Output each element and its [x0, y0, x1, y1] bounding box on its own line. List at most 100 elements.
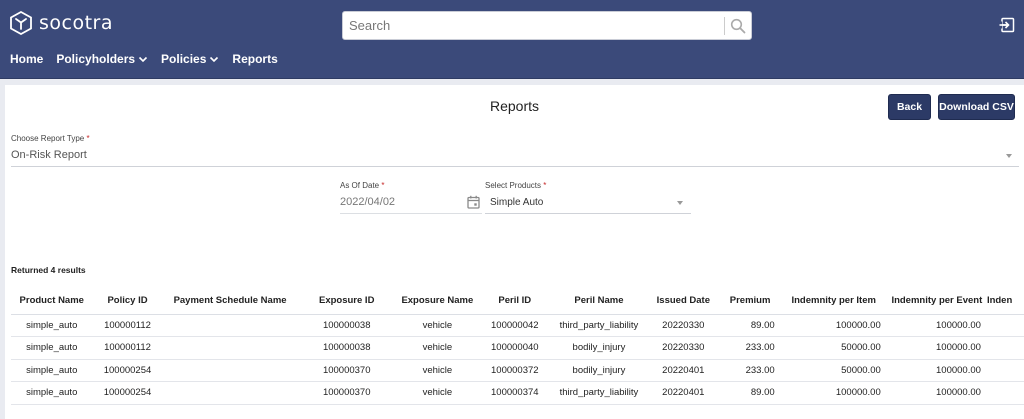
nav-home[interactable]: Home — [10, 52, 43, 66]
search-divider — [724, 17, 725, 35]
nav-home-label: Home — [10, 52, 44, 66]
dropdown-caret-icon[interactable] — [1006, 154, 1012, 158]
table-cell: 89.00 — [719, 314, 781, 337]
table-cell: 233.00 — [719, 336, 781, 360]
column-header[interactable]: Indemnity per Event — [886, 288, 987, 315]
table-cell — [986, 336, 1024, 360]
as-of-date-input[interactable]: 2022/04/02 — [340, 196, 395, 208]
table-cell: third_party_liability — [550, 381, 648, 405]
column-header[interactable]: Premium — [719, 288, 781, 315]
table-cell: 100000112 — [92, 336, 163, 360]
table-cell: 100000.00 — [886, 359, 987, 382]
table-cell: vehicle — [395, 336, 479, 360]
table-row[interactable]: simple_auto 100000254 100000370 vehicle 1000… — [11, 381, 1024, 405]
back-button[interactable]: Back — [888, 94, 931, 120]
table-cell — [986, 359, 1024, 382]
column-header[interactable]: Inden — [986, 288, 1024, 315]
table-cell: 100000112 — [92, 314, 163, 337]
table-cell: 100000370 — [297, 381, 396, 405]
column-header[interactable]: Indemnity per Item — [780, 288, 887, 315]
column-header[interactable]: Product Name — [11, 288, 93, 315]
report-type-underline — [11, 166, 1019, 167]
table-cell: 100000254 — [92, 359, 163, 382]
logo-text: socotra — [39, 12, 113, 34]
table-row[interactable]: simple_auto 100000112 100000038 vehicle 1000… — [11, 314, 1024, 337]
calendar-icon[interactable] — [467, 195, 480, 209]
table-cell: 100000.00 — [886, 314, 987, 337]
results-count: Returned 4 results — [11, 265, 86, 275]
search-input[interactable] — [349, 12, 719, 39]
table-cell: bodily_injury — [550, 336, 648, 360]
table-cell: 100000.00 — [780, 314, 887, 337]
results-table: Product Name Policy ID Payment Schedule Na… — [11, 288, 1024, 405]
table-row[interactable]: simple_auto 100000112 100000038 vehicle 1000… — [11, 336, 1024, 360]
table-cell: vehicle — [395, 381, 479, 405]
table-cell: 100000040 — [478, 336, 551, 360]
nav-policies-label: Policies — [161, 52, 207, 66]
nav-reports[interactable]: Reports — [232, 52, 277, 66]
table-cell: 100000038 — [297, 314, 396, 337]
table-body: simple_auto 100000112 100000038 vehicle 1000… — [11, 314, 1024, 405]
table-cell: bodily_injury — [550, 359, 648, 382]
table-cell: 100000370 — [297, 359, 396, 382]
nav-policies[interactable]: Policies — [161, 52, 219, 66]
table-cell: 20220401 — [647, 359, 720, 382]
as-of-date-label: As Of Date * — [340, 181, 385, 190]
table-cell: simple_auto — [11, 359, 93, 382]
table-cell: 89.00 — [719, 381, 781, 405]
main-nav: Home Policyholders Policies Reports — [10, 52, 291, 66]
as-of-date-underline — [340, 213, 482, 214]
required-mark: * — [381, 181, 385, 190]
table-cell: 100000372 — [478, 359, 551, 382]
nav-policyholders-label: Policyholders — [56, 52, 136, 66]
table-cell: vehicle — [395, 359, 479, 382]
column-header[interactable]: Exposure Name — [395, 288, 479, 315]
table-cell: 20220330 — [647, 314, 720, 337]
table-cell — [986, 381, 1024, 405]
table-cell: 100000038 — [297, 336, 396, 360]
required-mark: * — [86, 134, 90, 143]
select-products-label: Select Products * — [485, 181, 547, 190]
table-cell: 100000254 — [92, 381, 163, 405]
table-cell: third_party_liability — [550, 314, 648, 337]
download-csv-button[interactable]: Download CSV — [938, 94, 1015, 120]
nav-policyholders[interactable]: Policyholders — [56, 52, 148, 66]
chevron-down-icon — [138, 56, 148, 63]
search-icon[interactable] — [730, 18, 746, 34]
select-products-dropdown[interactable]: Simple Auto — [490, 197, 543, 208]
column-header[interactable]: Policy ID — [92, 288, 163, 315]
table-cell — [162, 359, 298, 382]
page-title: Reports — [489, 98, 540, 114]
column-header[interactable]: Exposure ID — [297, 288, 396, 315]
table-cell: 20220330 — [647, 336, 720, 360]
dropdown-caret-icon[interactable] — [677, 201, 683, 205]
select-products-underline — [485, 213, 691, 214]
report-type-select[interactable]: On-Risk Report — [11, 149, 87, 161]
table-cell — [162, 381, 298, 405]
column-header[interactable]: Payment Schedule Name — [162, 288, 298, 315]
table-cell — [986, 314, 1024, 337]
column-header[interactable]: Peril ID — [478, 288, 551, 315]
table-cell: vehicle — [395, 314, 479, 337]
chevron-down-icon — [210, 56, 219, 63]
table-cell: 100000.00 — [780, 381, 887, 405]
column-header[interactable]: Issued Date — [647, 288, 720, 315]
table-cell: 50000.00 — [780, 359, 887, 382]
logout-icon[interactable] — [999, 17, 1015, 33]
table-cell: 100000.00 — [886, 381, 987, 405]
column-header[interactable]: Peril Name — [550, 288, 648, 315]
top-bar: socotra Home Policyholders Policies Repo… — [0, 0, 1024, 79]
table-cell — [162, 314, 298, 337]
search-box[interactable] — [342, 11, 752, 40]
table-cell: 100000374 — [478, 381, 551, 405]
table-cell: 20220401 — [647, 381, 720, 405]
table-cell: 50000.00 — [780, 336, 887, 360]
table-cell: simple_auto — [11, 381, 93, 405]
logo[interactable]: socotra — [10, 11, 113, 35]
report-type-label: Choose Report Type * — [11, 134, 90, 143]
table-cell: simple_auto — [11, 336, 93, 360]
table-row[interactable]: simple_auto 100000254 100000370 vehicle 1000… — [11, 359, 1024, 382]
table-header-row: Product Name Policy ID Payment Schedule Na… — [11, 288, 1024, 315]
table-cell — [162, 336, 298, 360]
required-mark: * — [543, 181, 547, 190]
